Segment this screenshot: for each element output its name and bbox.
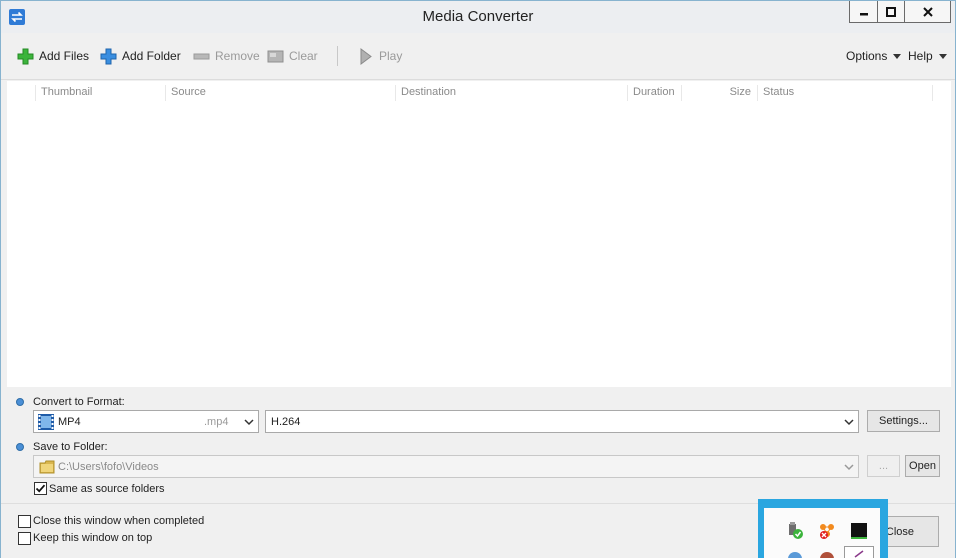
format-extension: .mp4 — [204, 416, 229, 428]
tray-app-icon[interactable] — [818, 550, 836, 558]
column-status[interactable]: Status — [757, 85, 933, 101]
save-bullet-icon — [16, 443, 24, 451]
chevron-down-icon — [938, 53, 947, 59]
maximize-button[interactable] — [877, 1, 904, 22]
maximize-icon — [886, 6, 896, 17]
codec-select[interactable]: H.264 — [265, 410, 859, 433]
play-label: Play — [379, 49, 403, 63]
film-icon — [38, 414, 54, 430]
title-bar: Media Converter — [1, 1, 955, 33]
remove-label: Remove — [215, 49, 260, 63]
speaker-icon[interactable] — [844, 546, 874, 558]
chevron-down-icon — [844, 419, 854, 426]
toolbar: Add Files Add Folder Remove Clear Play O… — [1, 33, 955, 80]
close-when-completed-label: Close this window when completed — [33, 515, 205, 527]
plus-green-icon — [17, 48, 34, 65]
add-folder-button[interactable]: Add Folder — [100, 47, 181, 65]
clear-icon — [267, 48, 284, 65]
file-list[interactable]: Thumbnail Source Destination Duration Si… — [7, 81, 951, 387]
remove-button[interactable]: Remove — [193, 47, 260, 65]
globe-icon[interactable] — [786, 550, 804, 558]
chevron-down-icon — [893, 53, 902, 59]
add-files-button[interactable]: Add Files — [17, 47, 89, 65]
folder-path-select[interactable]: C:\Users\fofo\Videos — [33, 455, 859, 478]
convert-bullet-icon — [16, 398, 24, 406]
help-label: Help — [908, 49, 933, 63]
same-as-source-checkbox[interactable] — [34, 482, 47, 495]
file-list-header: Thumbnail Source Destination Duration Si… — [7, 81, 951, 103]
format-select[interactable]: MP4 .mp4 — [33, 410, 259, 433]
column-source[interactable]: Source — [165, 85, 395, 101]
column-thumbnail[interactable]: Thumbnail — [35, 85, 165, 101]
options-menu[interactable]: Options — [846, 47, 902, 65]
media-converter-window: Media Converter Add Files Add Folder Rem… — [0, 0, 956, 558]
conversion-panel: Convert to Format: MP4 .mp4 H.264 Settin… — [7, 388, 951, 502]
toolbar-separator — [337, 46, 338, 66]
close-icon — [922, 6, 933, 17]
checkmark-icon — [35, 484, 46, 493]
folder-path-value: C:\Users\fofo\Videos — [58, 461, 159, 473]
add-files-label: Add Files — [39, 49, 90, 63]
plus-blue-icon — [100, 48, 117, 65]
chevron-down-icon — [244, 419, 254, 426]
clear-label: Clear — [289, 49, 318, 63]
column-duration[interactable]: Duration — [627, 85, 681, 101]
minimize-icon — [859, 12, 868, 15]
system-tray-overflow — [758, 499, 888, 558]
same-as-source-label: Same as source folders — [49, 483, 165, 495]
format-value: MP4 — [58, 416, 81, 428]
codec-value: H.264 — [271, 416, 301, 428]
browse-folder-button[interactable]: ... — [867, 455, 900, 477]
play-button[interactable]: Play — [357, 47, 402, 65]
convert-to-format-label: Convert to Format: — [33, 396, 125, 408]
help-menu[interactable]: Help — [908, 47, 947, 65]
save-to-folder-label: Save to Folder: — [33, 441, 108, 453]
column-destination[interactable]: Destination — [395, 85, 627, 101]
clear-button[interactable]: Clear — [267, 47, 318, 65]
folder-icon — [39, 459, 55, 475]
options-label: Options — [846, 49, 888, 63]
column-size[interactable]: Size — [681, 85, 755, 101]
network-error-icon[interactable] — [818, 522, 836, 540]
open-folder-button[interactable]: Open — [905, 455, 940, 477]
settings-button[interactable]: Settings... — [867, 410, 940, 432]
chevron-down-icon — [844, 464, 854, 471]
keep-on-top-label: Keep this window on top — [33, 532, 153, 544]
minus-icon — [193, 48, 210, 65]
window-title: Media Converter — [422, 8, 534, 25]
minimize-button[interactable] — [850, 1, 877, 22]
add-folder-label: Add Folder — [122, 49, 181, 63]
close-window-button[interactable] — [904, 1, 950, 22]
play-icon — [357, 47, 374, 65]
close-when-completed-checkbox[interactable] — [18, 515, 31, 528]
usb-safe-remove-icon[interactable] — [786, 522, 804, 540]
window-controls — [849, 1, 951, 23]
keep-on-top-checkbox[interactable] — [18, 532, 31, 545]
tray-icons-area — [764, 508, 880, 558]
terminal-icon[interactable] — [850, 522, 868, 540]
